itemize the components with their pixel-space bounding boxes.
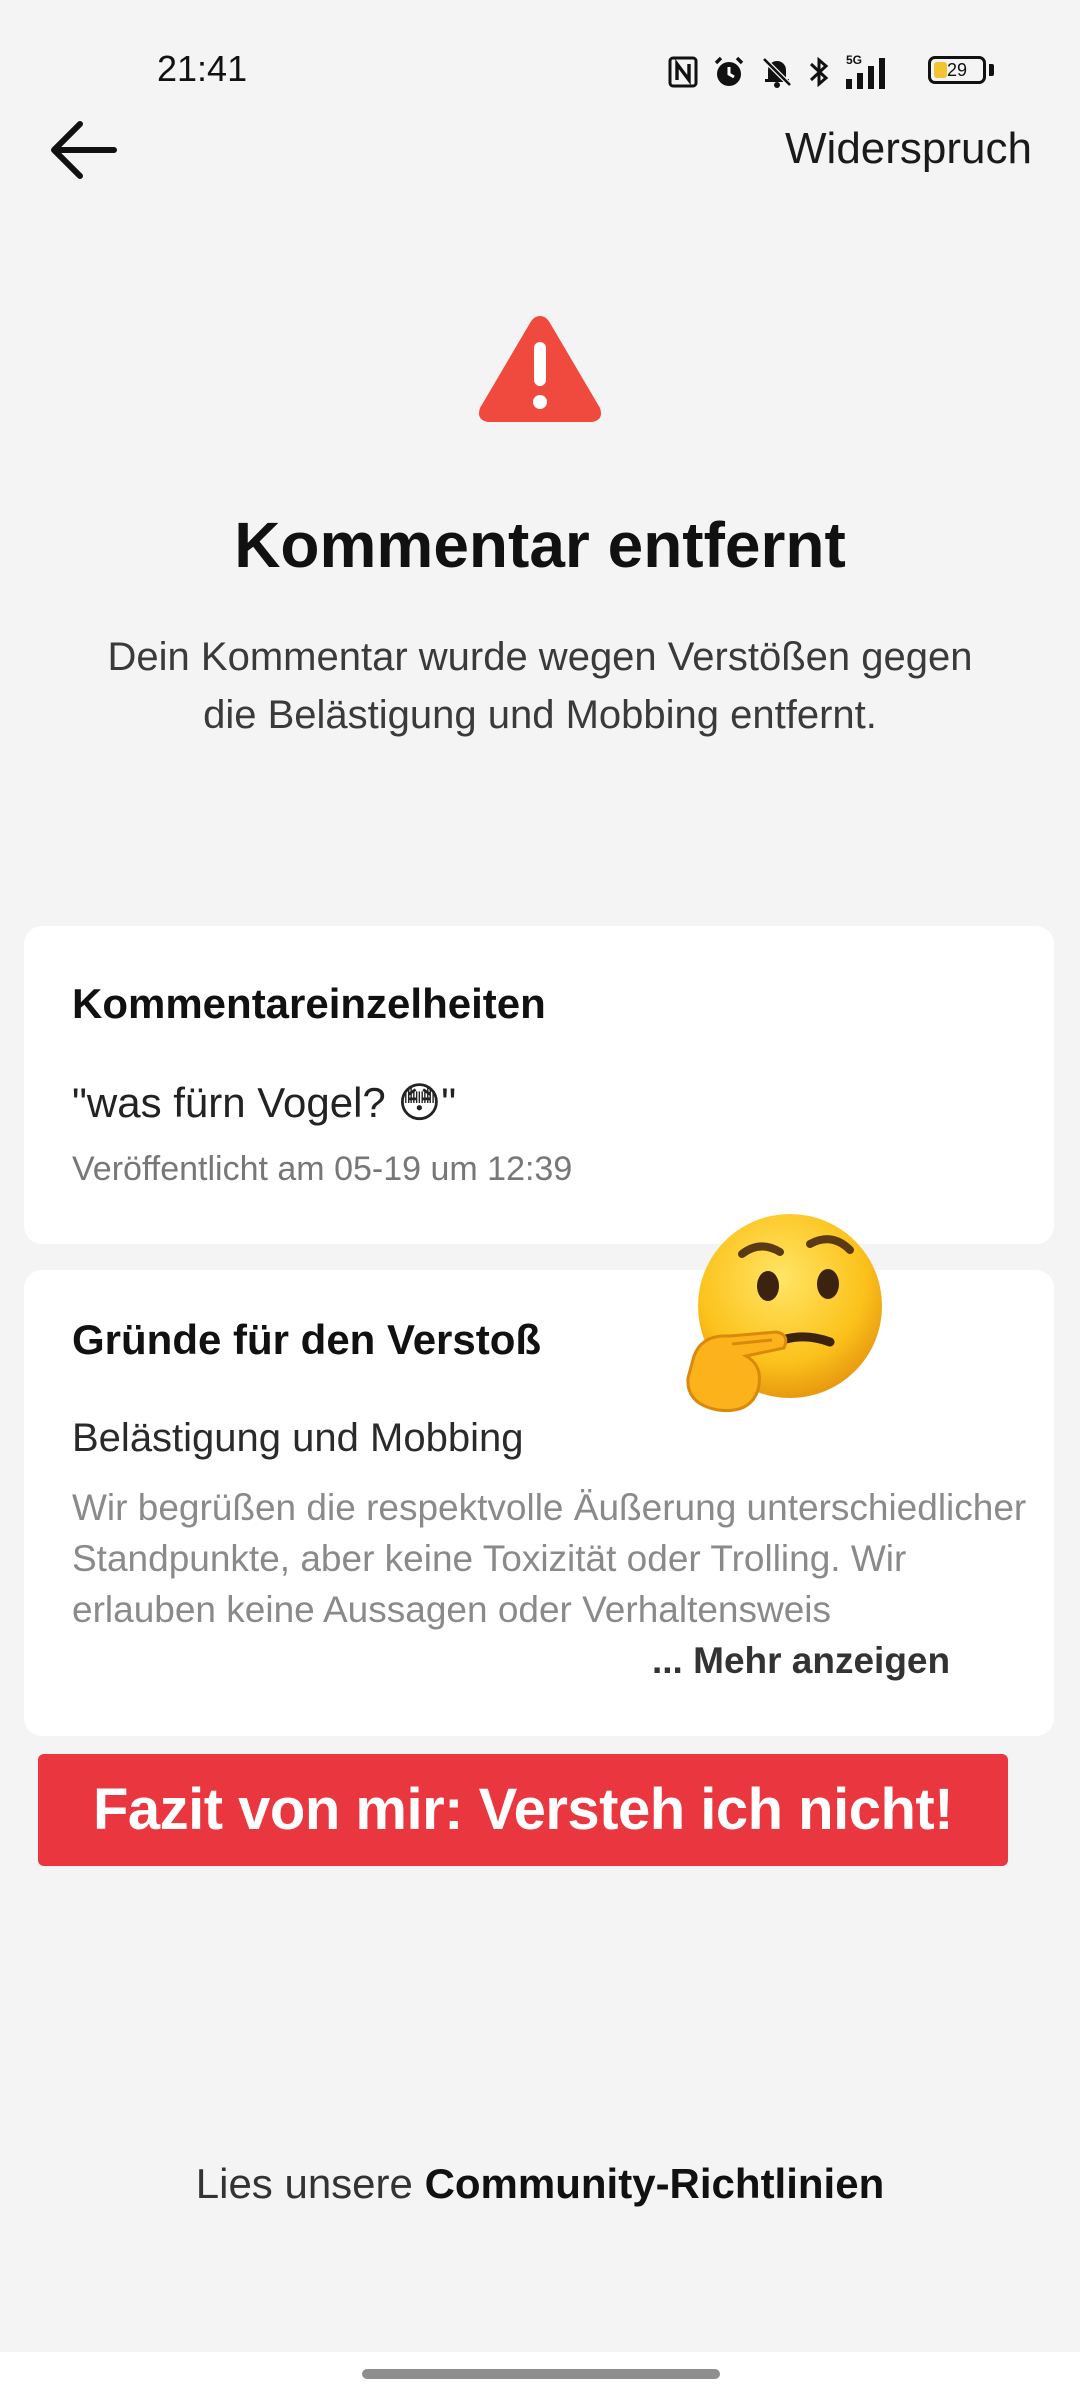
- removal-description: Dein Kommentar wurde wegen Verstößen geg…: [107, 635, 973, 737]
- published-date: Veröffentlicht am 05-19 um 12:39: [72, 1150, 573, 1188]
- community-guidelines-link[interactable]: Community-Richtlinien: [425, 2160, 885, 2207]
- home-indicator[interactable]: [362, 2369, 720, 2379]
- footer-prefix: Lies unsere: [195, 2160, 425, 2207]
- show-more-link[interactable]: ... Mehr anzeigen: [652, 1635, 951, 1686]
- violation-reasons-heading: Gründe für den Verstoß: [72, 1316, 542, 1363]
- page-title: Kommentar entfernt: [234, 509, 846, 581]
- network-label: 5G: [846, 53, 862, 67]
- bluetooth-icon: [809, 56, 829, 88]
- nfc-icon: [668, 56, 698, 88]
- status-icons: 5G: [668, 52, 896, 92]
- appeal-button[interactable]: Widerspruch: [785, 124, 1032, 174]
- battery-icon: 29: [928, 56, 986, 84]
- alarm-icon: [714, 56, 744, 86]
- footer: Lies unsere Community-Richtlinien: [0, 2160, 1080, 2208]
- comment-text: "was fürn Vogel? 😳": [72, 1079, 457, 1126]
- caption-text: Fazit von mir: Versteh ich nicht!: [92, 1777, 954, 1842]
- silent-bell-icon: [762, 57, 792, 88]
- signal-icon: 5G: [846, 53, 885, 89]
- status-time: 21:41: [157, 48, 248, 89]
- reason-description: Wir begrüßen die respektvolle Äußerung u…: [72, 1487, 1027, 1630]
- thinking-face-emoji: [686, 1214, 882, 1413]
- status-bar: 21:41 5G 29: [0, 0, 1080, 140]
- reason-title: Belästigung und Mobbing: [72, 1416, 524, 1460]
- arrow-left-icon: [51, 121, 117, 179]
- caption-banner: Fazit von mir: Versteh ich nicht!: [38, 1754, 1008, 1866]
- warning-triangle-icon: [479, 316, 601, 422]
- comment-details-card: Kommentareinzelheiten "was fürn Vogel? 😳…: [24, 926, 1054, 1244]
- violation-reasons-card: Gründe für den Verstoß Belästigung und M…: [24, 1270, 1054, 1736]
- battery-level: 29: [946, 60, 968, 80]
- comment-details-heading: Kommentareinzelheiten: [72, 980, 546, 1027]
- battery-cap: [989, 64, 994, 76]
- back-button[interactable]: [40, 112, 130, 188]
